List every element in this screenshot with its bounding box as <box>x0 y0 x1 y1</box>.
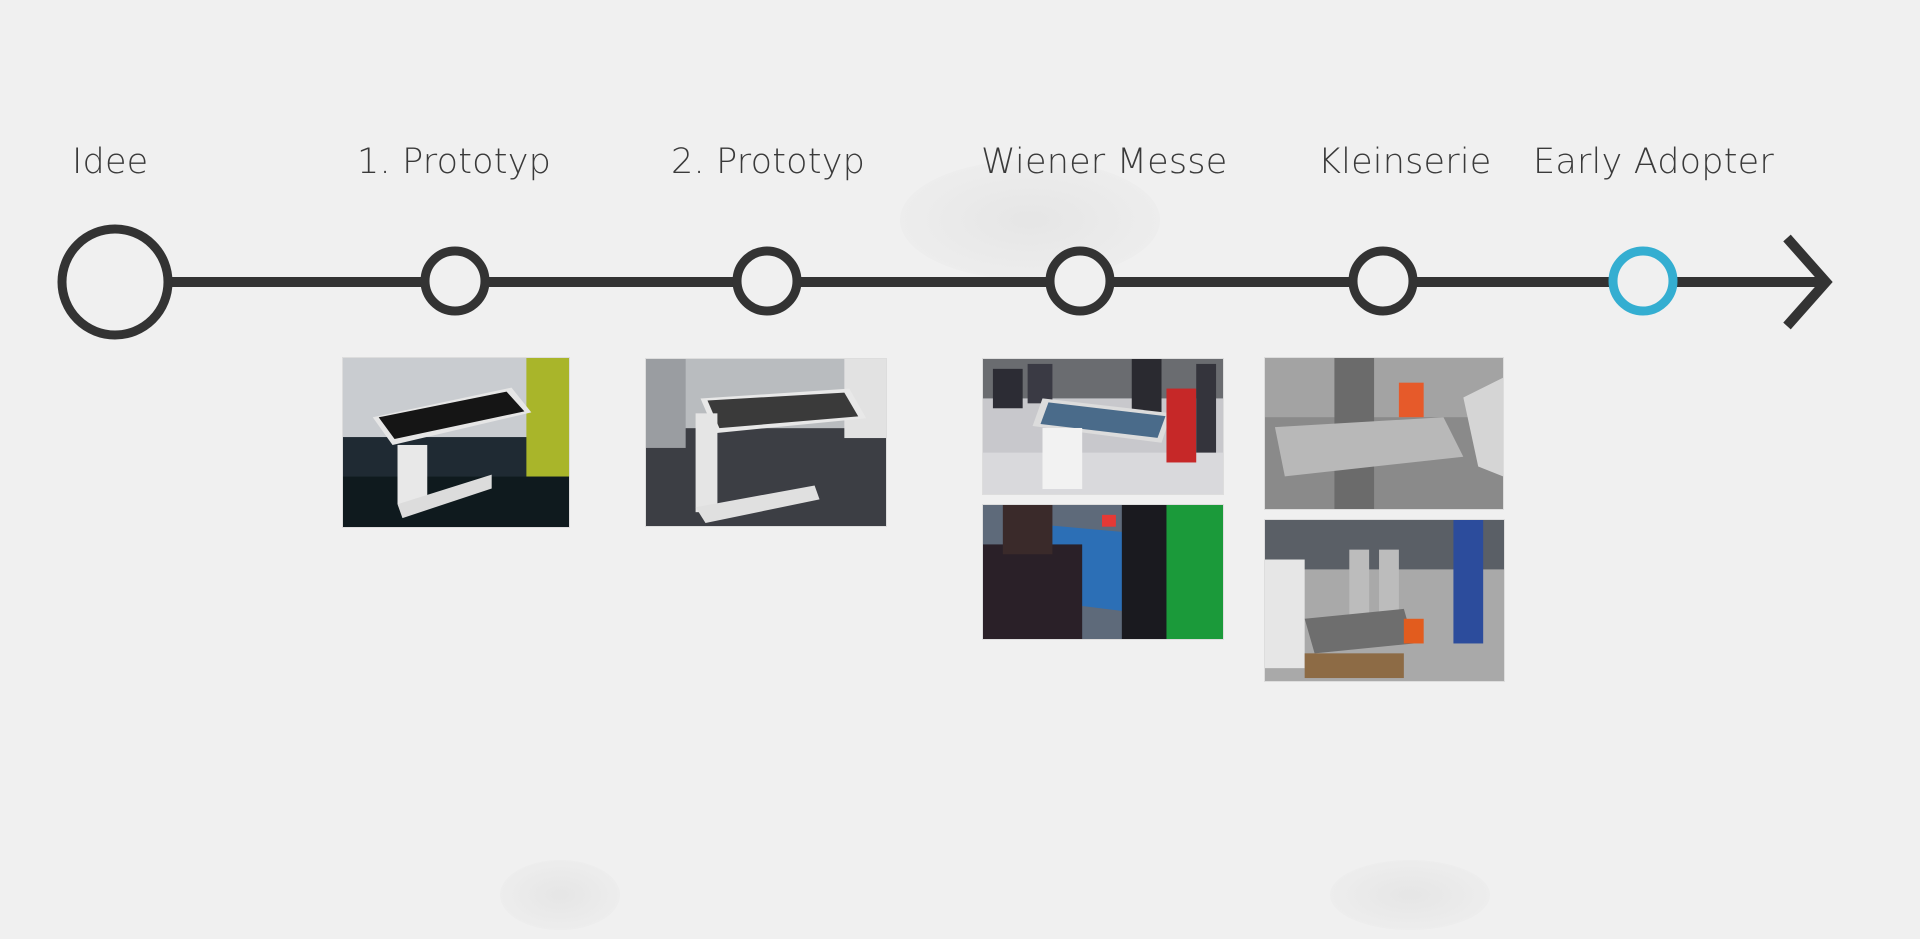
node-prototyp-2 <box>732 246 802 316</box>
photo-kleinserie-2 <box>1264 519 1505 682</box>
photo-wiener-messe-1 <box>982 358 1224 495</box>
node-kleinserie <box>1348 246 1418 316</box>
photo-kleinserie-1 <box>1264 357 1504 510</box>
node-wiener-messe <box>1045 246 1115 316</box>
timeline-axis <box>57 224 1833 340</box>
node-early-adopter <box>1608 246 1678 316</box>
photo-prototyp-2 <box>645 358 887 527</box>
photo-prototyp-1 <box>342 357 570 528</box>
node-idee <box>57 224 173 340</box>
photo-wiener-messe-2 <box>982 504 1224 640</box>
node-prototyp-1 <box>420 246 490 316</box>
timeline-slide: Idee 1. Prototyp 2. Prototyp Wiener Mess… <box>0 0 1920 939</box>
